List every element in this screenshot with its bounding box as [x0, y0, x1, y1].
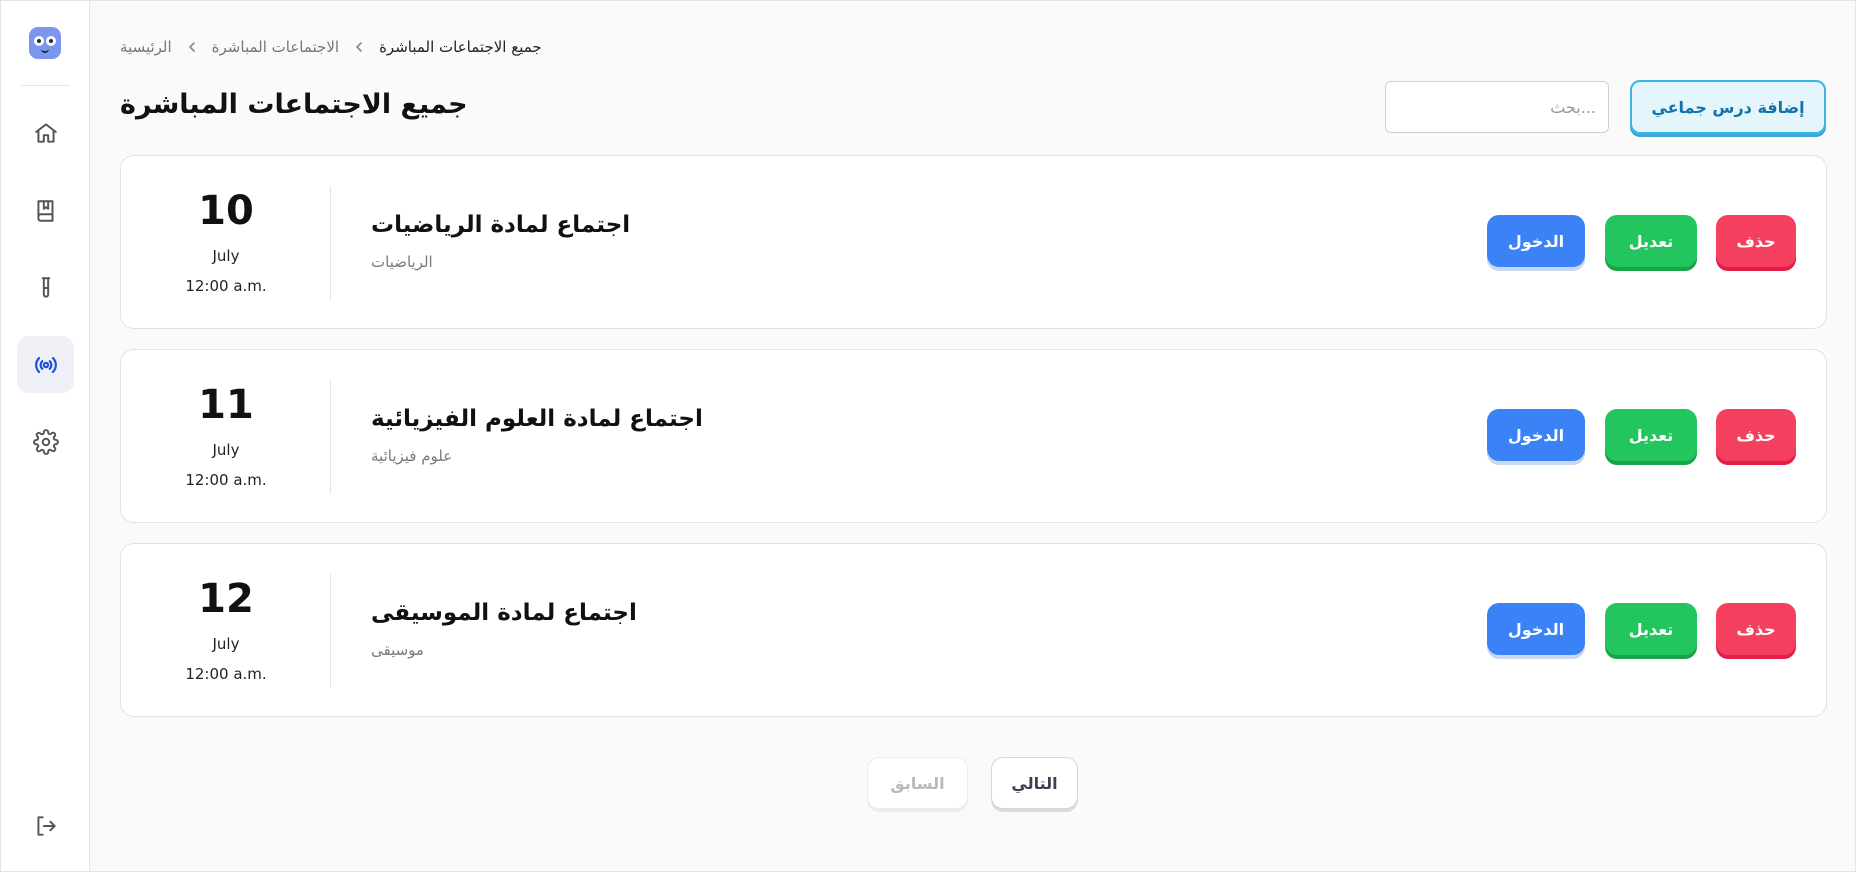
- sidebar-item-live-meetings[interactable]: [17, 336, 74, 393]
- enter-button[interactable]: الدخول: [1487, 409, 1585, 461]
- card-divider: [330, 380, 331, 494]
- delete-button[interactable]: حذف: [1716, 215, 1796, 267]
- sidebar-item-tests[interactable]: [17, 259, 74, 316]
- meeting-date: 10 July 12:00 a.m.: [121, 156, 331, 328]
- meeting-month: July: [212, 247, 240, 265]
- home-icon: [34, 122, 57, 143]
- edit-button[interactable]: تعديل: [1605, 603, 1697, 655]
- meeting-title: اجتماع لمادة الرياضيات: [371, 212, 631, 238]
- meeting-time: 12:00 a.m.: [185, 277, 267, 295]
- meeting-subject: علوم فيزيائية: [371, 447, 453, 465]
- gear-icon: [32, 428, 59, 455]
- sidebar-item-settings[interactable]: [17, 413, 74, 470]
- breadcrumb-section[interactable]: الاجتماعات المباشرة: [212, 38, 339, 56]
- previous-page-button[interactable]: السابق: [867, 757, 968, 809]
- test-tube-icon: [41, 276, 50, 298]
- next-page-button[interactable]: التالي: [991, 757, 1078, 809]
- enter-button[interactable]: الدخول: [1487, 215, 1585, 267]
- breadcrumb-home[interactable]: الرئيسية: [120, 38, 172, 56]
- meeting-time: 12:00 a.m.: [185, 665, 267, 683]
- page-title: جميع الاجتماعات المباشرة: [120, 89, 468, 120]
- meeting-time: 12:00 a.m.: [185, 471, 267, 489]
- meeting-day: 12: [198, 576, 254, 622]
- sidebar: [1, 1, 90, 871]
- delete-button[interactable]: حذف: [1716, 409, 1796, 461]
- chevron-left-icon: [186, 41, 198, 53]
- meeting-card: 11 July 12:00 a.m. اجتماع لمادة العلوم ا…: [120, 349, 1827, 523]
- logout-icon: [36, 815, 56, 836]
- meeting-month: July: [212, 635, 240, 653]
- meeting-card: 12 July 12:00 a.m. اجتماع لمادة الموسيقى…: [120, 543, 1827, 717]
- breadcrumb-current: جميع الاجتماعات المباشرة: [379, 38, 542, 56]
- meeting-card: 10 July 12:00 a.m. اجتماع لمادة الرياضيا…: [120, 155, 1827, 329]
- meeting-day: 10: [198, 188, 254, 234]
- meeting-subject: الرياضيات: [371, 253, 433, 271]
- edit-button[interactable]: تعديل: [1605, 409, 1697, 461]
- meeting-month: July: [212, 441, 240, 459]
- meeting-subject: موسيقى: [371, 641, 424, 659]
- delete-button[interactable]: حذف: [1716, 603, 1796, 655]
- sidebar-item-logout[interactable]: [17, 797, 74, 854]
- card-divider: [330, 574, 331, 688]
- breadcrumb: الرئيسية الاجتماعات المباشرة جميع الاجتم…: [120, 36, 542, 58]
- card-divider: [330, 186, 331, 300]
- meeting-date: 12 July 12:00 a.m.: [121, 544, 331, 716]
- book-icon: [36, 199, 53, 222]
- enter-button[interactable]: الدخول: [1487, 603, 1585, 655]
- add-group-lesson-button[interactable]: إضافة درس جماعي: [1630, 80, 1826, 134]
- main-content: الرئيسية الاجتماعات المباشرة جميع الاجتم…: [90, 1, 1855, 871]
- sidebar-item-home[interactable]: [17, 104, 74, 161]
- broadcast-icon: [34, 356, 57, 373]
- chevron-left-icon: [353, 41, 365, 53]
- sidebar-item-courses[interactable]: [17, 182, 74, 239]
- meeting-title: اجتماع لمادة الموسيقى: [371, 600, 637, 626]
- meeting-title: اجتماع لمادة العلوم الفيزيائية: [371, 406, 703, 432]
- logo-icon[interactable]: [29, 27, 61, 59]
- search-input[interactable]: [1385, 81, 1609, 133]
- app-window: الرئيسية الاجتماعات المباشرة جميع الاجتم…: [0, 0, 1856, 872]
- meeting-day: 11: [198, 382, 254, 428]
- meeting-date: 11 July 12:00 a.m.: [121, 350, 331, 522]
- sidebar-divider: [21, 85, 70, 86]
- edit-button[interactable]: تعديل: [1605, 215, 1697, 267]
